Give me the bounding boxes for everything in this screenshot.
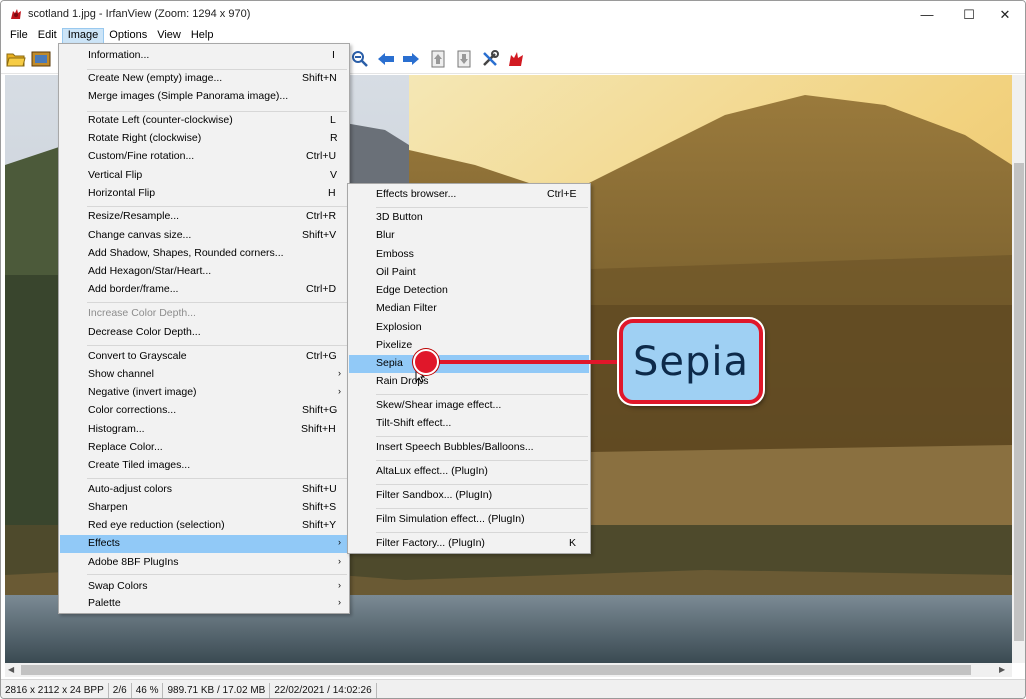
menu-item-merge-images[interactable]: Merge images (Simple Panorama image)... <box>60 88 348 106</box>
horizontal-scrollbar[interactable]: ◀ ▶ <box>5 663 1012 677</box>
menu-item-oil-paint[interactable]: Oil Paint <box>349 264 589 282</box>
menu-item-add-hexagon[interactable]: Add Hexagon/Star/Heart... <box>60 263 348 281</box>
menu-item-skew-shear[interactable]: Skew/Shear image effect... <box>349 397 589 415</box>
arrow-left-icon[interactable] <box>376 49 396 69</box>
menu-item-add-shadow[interactable]: Add Shadow, Shapes, Rounded corners... <box>60 245 348 263</box>
menu-item-custom-rotation[interactable]: Custom/Fine rotation... Ctrl+U <box>60 148 348 166</box>
menu-item-film-simulation[interactable]: Film Simulation effect... (PlugIn) <box>349 511 589 529</box>
menu-item-pixelize[interactable]: Pixelize <box>349 337 589 355</box>
close-icon: ✕ <box>999 6 1011 22</box>
menu-item-create-new[interactable]: Create New (empty) image... Shift+N <box>60 70 348 88</box>
maximize-icon: ☐ <box>963 6 975 22</box>
menu-bar: File Edit Image Options View Help <box>1 28 1025 44</box>
menu-item-blur[interactable]: Blur <box>349 227 589 245</box>
zoom-out-icon[interactable] <box>350 49 370 69</box>
submenu-arrow-icon: › <box>338 537 341 547</box>
menu-item-effects-browser[interactable]: Effects browser... Ctrl+E <box>349 186 589 204</box>
menu-item-rotate-left[interactable]: Rotate Left (counter-clockwise) L <box>60 112 348 130</box>
status-bar: 2816 x 2112 x 24 BPP 2/6 46 % 989.71 KB … <box>1 679 1025 698</box>
scroll-right-icon[interactable]: ▶ <box>999 665 1005 674</box>
callout-dot <box>413 349 439 375</box>
menu-item-add-border[interactable]: Add border/frame... Ctrl+D <box>60 281 348 299</box>
menu-item-palette[interactable]: Palette › <box>60 595 348 613</box>
menu-image[interactable]: Image <box>61 28 105 44</box>
menu-file[interactable]: File <box>5 28 33 44</box>
open-folder-icon[interactable] <box>6 49 26 69</box>
submenu-arrow-icon: › <box>338 368 341 378</box>
menu-edit[interactable]: Edit <box>33 28 62 44</box>
minimize-button[interactable]: — <box>907 1 947 28</box>
callout-label: Sepia <box>619 319 763 404</box>
callout-connector <box>425 360 625 364</box>
menu-item-horizontal-flip[interactable]: Horizontal Flip H <box>60 185 348 203</box>
menu-item-resize-resample[interactable]: Resize/Resample... Ctrl+R <box>60 208 348 226</box>
menu-item-replace-color[interactable]: Replace Color... <box>60 439 348 457</box>
maximize-button[interactable]: ☐ <box>949 1 989 28</box>
menu-item-color-corrections[interactable]: Color corrections... Shift+G <box>60 402 348 420</box>
minimize-icon: — <box>920 7 934 22</box>
status-datetime: 22/02/2021 / 14:02:26 <box>270 682 377 698</box>
status-zoom: 46 % <box>132 682 164 698</box>
menu-item-filter-factory[interactable]: Filter Factory... (PlugIn) K <box>349 535 589 553</box>
submenu-arrow-icon: › <box>338 386 341 396</box>
vertical-scroll-thumb[interactable] <box>1014 163 1024 641</box>
menu-item-sharpen[interactable]: Sharpen Shift+S <box>60 499 348 517</box>
menu-item-create-tiled[interactable]: Create Tiled images... <box>60 457 348 475</box>
menu-item-decrease-color-depth[interactable]: Decrease Color Depth... <box>60 324 348 342</box>
menu-view[interactable]: View <box>152 28 186 44</box>
arrow-right-icon[interactable] <box>401 49 421 69</box>
page-down-icon[interactable] <box>454 49 474 69</box>
menu-item-information[interactable]: Information... I <box>60 47 348 65</box>
page-up-icon[interactable] <box>428 49 448 69</box>
effects-submenu: Effects browser... Ctrl+E 3D Button Blur … <box>347 183 591 554</box>
slideshow-icon[interactable] <box>31 49 51 69</box>
scroll-left-icon[interactable]: ◀ <box>8 665 14 674</box>
menu-item-convert-grayscale[interactable]: Convert to Grayscale Ctrl+G <box>60 348 348 366</box>
menu-item-explosion[interactable]: Explosion <box>349 319 589 337</box>
menu-item-red-eye[interactable]: Red eye reduction (selection) Shift+Y <box>60 517 348 535</box>
menu-item-tilt-shift[interactable]: Tilt-Shift effect... <box>349 415 589 433</box>
menu-item-histogram[interactable]: Histogram... Shift+H <box>60 421 348 439</box>
irfanview-cat-icon <box>11 9 21 19</box>
irfanview-cat-icon[interactable] <box>506 49 526 69</box>
image-menu: Information... I Create New (empty) image… <box>58 43 350 614</box>
menu-item-edge-detection[interactable]: Edge Detection <box>349 282 589 300</box>
menu-item-change-canvas-size[interactable]: Change canvas size... Shift+V <box>60 227 348 245</box>
menu-item-negative[interactable]: Negative (invert image) › <box>60 384 348 402</box>
menu-item-vertical-flip[interactable]: Vertical Flip V <box>60 167 348 185</box>
menu-item-swap-colors[interactable]: Swap Colors › <box>60 578 348 596</box>
tools-icon[interactable] <box>480 49 500 69</box>
status-page: 2/6 <box>109 682 132 698</box>
submenu-arrow-icon: › <box>338 580 341 590</box>
callout-text: Sepia <box>632 338 749 385</box>
menu-item-rain-drops[interactable]: Rain Drops <box>349 373 589 391</box>
submenu-arrow-icon: › <box>338 556 341 566</box>
menu-item-rotate-right[interactable]: Rotate Right (clockwise) R <box>60 130 348 148</box>
menu-item-increase-color-depth: Increase Color Depth... <box>88 307 196 319</box>
close-button[interactable]: ✕ <box>985 1 1025 28</box>
menu-item-speech-bubbles[interactable]: Insert Speech Bubbles/Balloons... <box>349 439 589 457</box>
menu-item-3d-button[interactable]: 3D Button <box>349 209 589 227</box>
menu-options[interactable]: Options <box>104 28 152 44</box>
menu-item-auto-adjust[interactable]: Auto-adjust colors Shift+U <box>60 481 348 499</box>
window-title: scotland 1.jpg - IrfanView (Zoom: 1294 x… <box>28 8 251 20</box>
menu-item-adobe-8bf[interactable]: Adobe 8BF PlugIns › <box>60 554 348 572</box>
menu-item-median-filter[interactable]: Median Filter <box>349 300 589 318</box>
irfanview-window: scotland 1.jpg - IrfanView (Zoom: 1294 x… <box>0 0 1026 699</box>
menu-item-altalux[interactable]: AltaLux effect... (PlugIn) <box>349 463 589 481</box>
menu-item-emboss[interactable]: Emboss <box>349 246 589 264</box>
status-dimensions: 2816 x 2112 x 24 BPP <box>1 682 109 698</box>
menu-item-effects[interactable]: Effects › <box>60 535 348 553</box>
menu-help[interactable]: Help <box>186 28 219 44</box>
submenu-arrow-icon: › <box>338 597 341 607</box>
menu-item-sepia[interactable]: Sepia <box>349 355 589 373</box>
menu-item-show-channel[interactable]: Show channel › <box>60 366 348 384</box>
menu-item-filter-sandbox[interactable]: Filter Sandbox... (PlugIn) <box>349 487 589 505</box>
vertical-scrollbar[interactable] <box>1012 75 1025 663</box>
status-size: 989.71 KB / 17.02 MB <box>163 682 271 698</box>
title-bar: scotland 1.jpg - IrfanView (Zoom: 1294 x… <box>1 1 1025 28</box>
horizontal-scroll-thumb[interactable] <box>21 665 971 675</box>
